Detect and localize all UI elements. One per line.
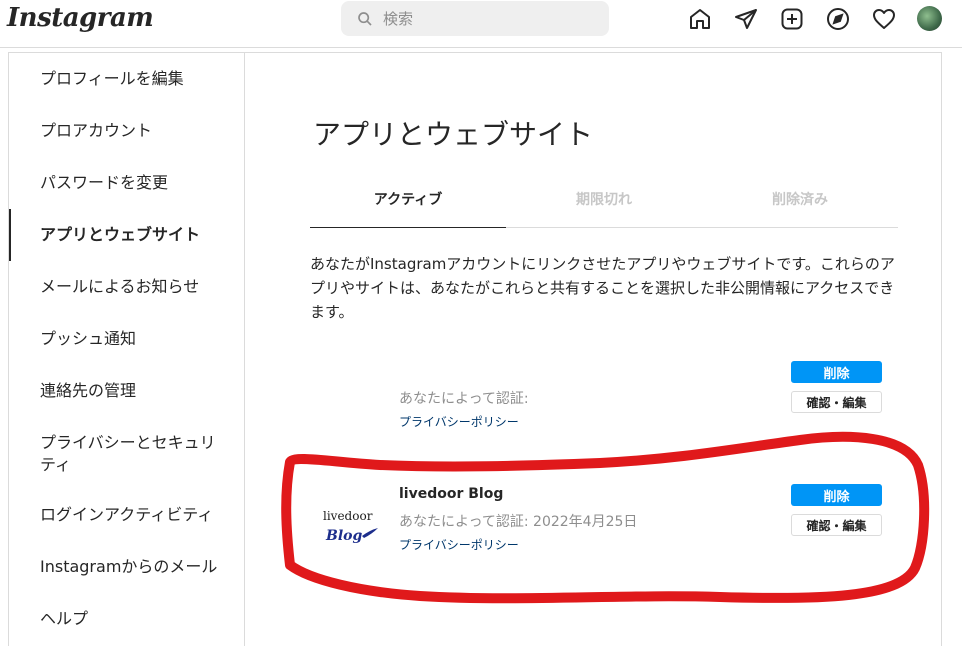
profile-avatar[interactable]: [917, 6, 942, 31]
privacy-policy-link[interactable]: プライバシーポリシー: [399, 413, 519, 430]
sidebar-item-login-activity[interactable]: ログインアクティビティ: [9, 504, 245, 526]
page-title: アプリとウェブサイト: [313, 118, 594, 151]
search-input[interactable]: [383, 9, 583, 28]
remove-app-button[interactable]: 削除: [791, 484, 882, 506]
new-post-icon[interactable]: [779, 6, 805, 32]
review-edit-button[interactable]: 確認・編集: [791, 391, 882, 413]
search-icon: [358, 11, 372, 26]
sidebar-item-edit-profile[interactable]: プロフィールを編集: [9, 68, 245, 90]
app-authorized-text: あなたによって認証:: [399, 391, 529, 407]
app-name: livedoor Blog: [399, 486, 504, 502]
app-row-livedoor: livedoor Blog livedoor Blog あなたによって認証: 2…: [310, 484, 900, 564]
remove-app-button[interactable]: 削除: [791, 361, 882, 383]
review-edit-button[interactable]: 確認・編集: [791, 514, 882, 536]
svg-text:Blog: Blog: [325, 528, 362, 544]
svg-text:livedoor: livedoor: [323, 509, 373, 523]
settings-main-panel: アプリとウェブサイト アクティブ 期限切れ 削除済み あなたがInstagram…: [246, 53, 942, 646]
sidebar-item-push-notifications[interactable]: プッシュ通知: [9, 328, 245, 350]
sidebar-item-change-password[interactable]: パスワードを変更: [9, 172, 245, 194]
sidebar-item-privacy-security[interactable]: プライバシーとセキュリティ: [9, 432, 219, 476]
sidebar-item-pro-account[interactable]: プロアカウント: [9, 120, 245, 142]
sidebar-item-manage-contacts[interactable]: 連絡先の管理: [9, 380, 245, 402]
app-authorized-text: あなたによって認証: 2022年4月25日: [399, 514, 638, 530]
sidebar-item-email-notifications[interactable]: メールによるお知らせ: [9, 276, 245, 298]
top-navigation-bar: Instagram: [0, 0, 962, 48]
instagram-logo[interactable]: Instagram: [7, 3, 154, 33]
search-box[interactable]: [341, 1, 609, 36]
tab-removed[interactable]: 削除済み: [702, 185, 898, 228]
sidebar-item-apps-and-websites[interactable]: アプリとウェブサイト: [9, 209, 245, 261]
sidebar-item-emails-from-instagram[interactable]: Instagramからのメール: [9, 556, 245, 578]
explore-compass-icon[interactable]: [825, 6, 851, 32]
tab-expired[interactable]: 期限切れ: [506, 185, 702, 228]
app-row: あなたによって認証: プライバシーポリシー 削除 確認・編集: [310, 361, 900, 441]
tab-active[interactable]: アクティブ: [310, 185, 506, 228]
livedoor-blog-logo: livedoor Blog: [320, 506, 382, 546]
sidebar-item-help[interactable]: ヘルプ: [9, 608, 245, 630]
apps-description: あなたがInstagramアカウントにリンクさせたアプリやウェブサイトです。これ…: [310, 255, 895, 321]
settings-sidebar: プロフィールを編集 プロアカウント パスワードを変更 アプリとウェブサイト メー…: [9, 53, 245, 646]
activity-heart-icon[interactable]: [871, 6, 897, 32]
home-icon[interactable]: [687, 6, 713, 32]
privacy-policy-link[interactable]: プライバシーポリシー: [399, 536, 519, 553]
settings-container: プロフィールを編集 プロアカウント パスワードを変更 アプリとウェブサイト メー…: [8, 52, 942, 646]
direct-message-icon[interactable]: [733, 6, 759, 32]
app-status-tabs: アクティブ 期限切れ 削除済み: [310, 185, 898, 228]
